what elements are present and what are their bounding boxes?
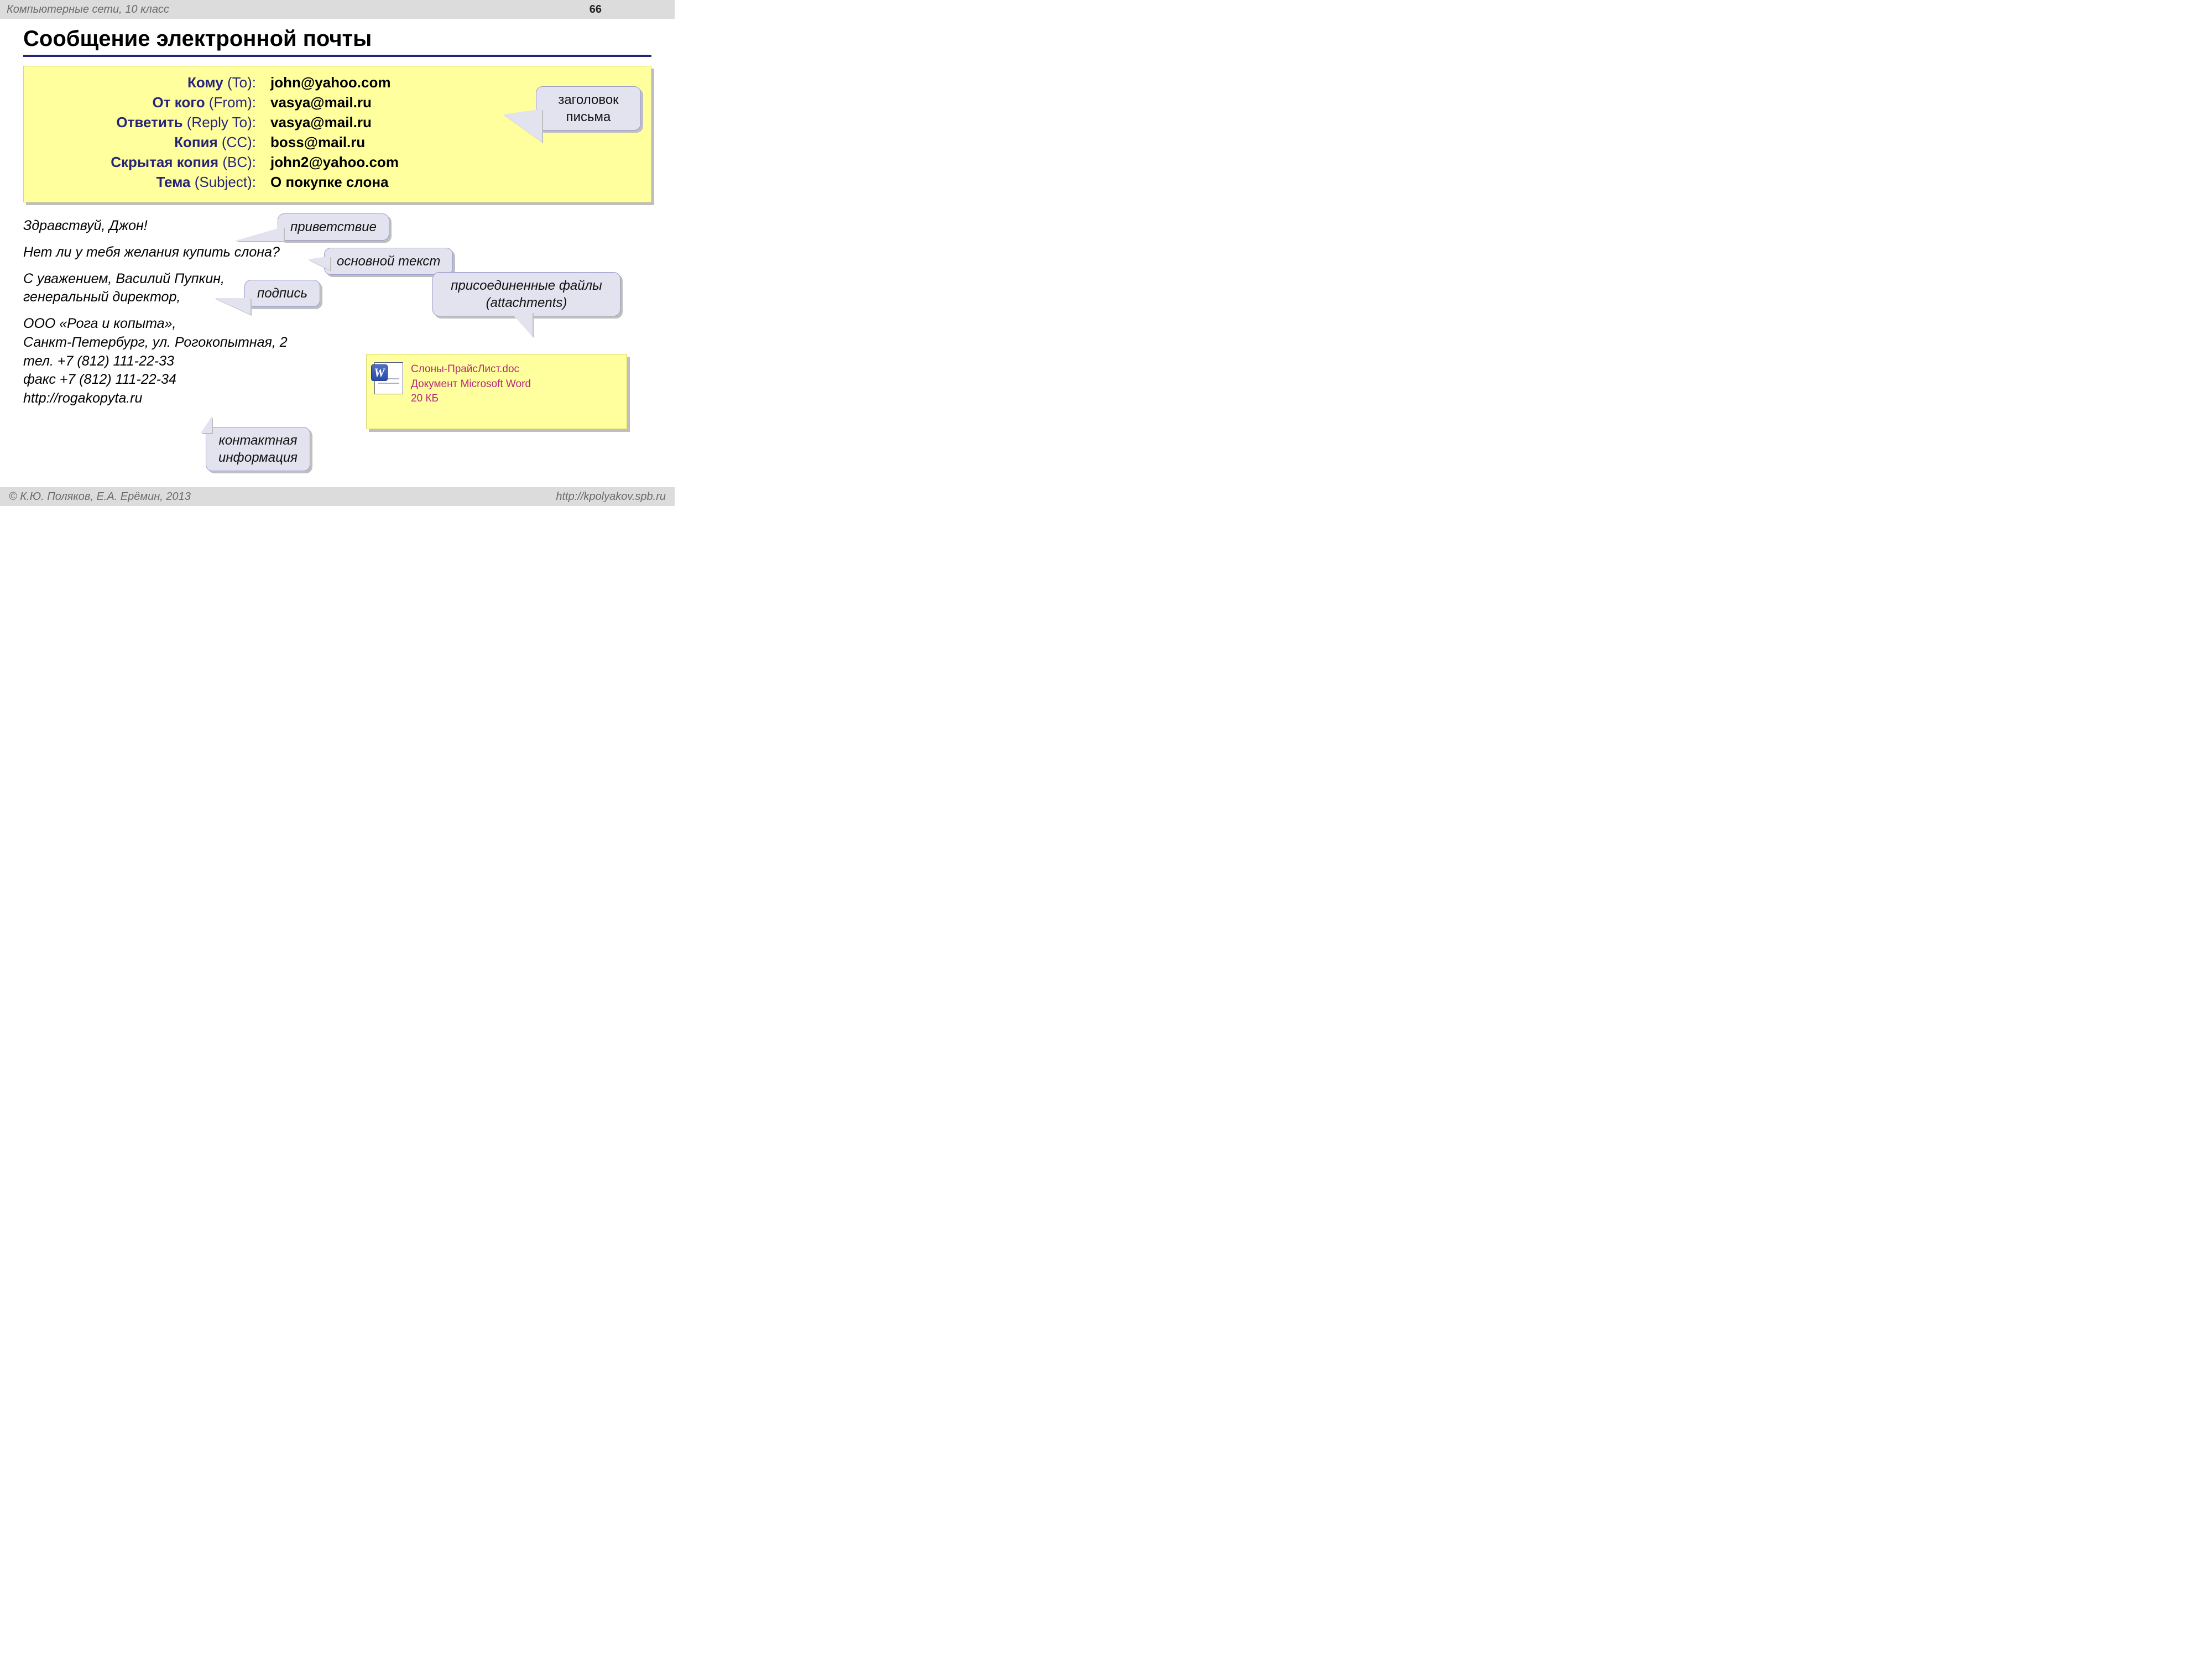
callout-contact: контактная информация xyxy=(206,427,310,471)
email-body: Здравствуй, Джон! Нет ли у тебя желания … xyxy=(23,217,651,408)
header-label-bcc: Скрытая копия (BC): xyxy=(35,154,256,171)
header-label-to: Кому (To): xyxy=(35,74,256,91)
header-value-bcc: john2@yahoo.com xyxy=(256,154,640,171)
top-bar: Компьютерные сети, 10 класс 66 xyxy=(0,0,675,19)
header-label-subject: Тема (Subject): xyxy=(35,174,256,191)
course-label: Компьютерные сети, 10 класс xyxy=(7,3,169,16)
callout-signature: подпись xyxy=(244,280,320,307)
attachment-filesize: 20 КБ xyxy=(411,392,531,406)
body-contact: ООО «Рога и копыта», Санкт-Петербург, ул… xyxy=(23,315,344,408)
footer: © К.Ю. Поляков, Е.А. Ерёмин, 2013 http:/… xyxy=(0,487,675,506)
email-header-box: Кому (To): john@yahoo.com От кого (From)… xyxy=(23,66,651,202)
attachment-filetype: Документ Microsoft Word xyxy=(411,377,531,392)
body-main: Нет ли у тебя желания купить слона? xyxy=(23,243,344,262)
page-number: 66 xyxy=(589,3,602,16)
callout-greeting: приветствие xyxy=(278,213,389,241)
attachment-meta: Слоны-ПрайсЛист.doc Документ Microsoft W… xyxy=(411,362,531,406)
header-value-cc: boss@mail.ru xyxy=(256,134,640,151)
attachment-filename: Слоны-ПрайсЛист.doc xyxy=(411,362,531,377)
callout-main: основной текст xyxy=(324,248,453,275)
word-doc-icon: W xyxy=(374,362,403,394)
callout-attachments: присоединенные файлы (attachments) xyxy=(432,272,620,316)
callout-header: заголовок письма xyxy=(536,86,641,131)
title-rule xyxy=(23,55,651,57)
header-label-cc: Копия (CC): xyxy=(35,134,256,151)
page-title: Сообщение электронной почты xyxy=(0,19,675,55)
footer-copyright: © К.Ю. Поляков, Е.А. Ерёмин, 2013 xyxy=(9,491,191,503)
header-label-from: От кого (From): xyxy=(35,94,256,111)
header-label-reply: Ответить (Reply To): xyxy=(35,114,256,131)
header-value-subject: О покупке слона xyxy=(256,174,640,191)
footer-url: http://kpolyakov.spb.ru xyxy=(556,491,666,503)
attachment-box: W Слоны-ПрайсЛист.doc Документ Microsoft… xyxy=(366,354,627,429)
